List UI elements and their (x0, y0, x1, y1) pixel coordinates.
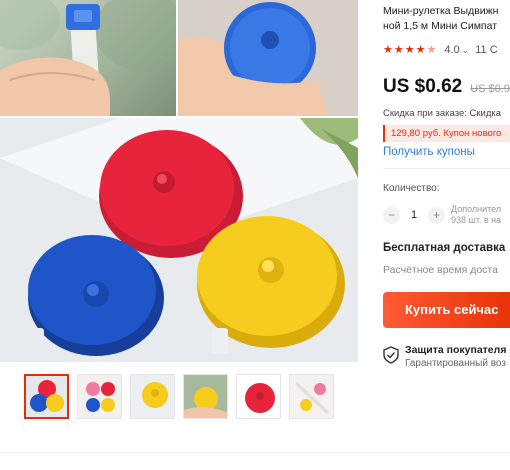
thumbnail-2-image (78, 375, 121, 418)
thumbnail-4-image (184, 375, 227, 418)
star-icon: ★ (383, 43, 393, 56)
chevron-down-icon[interactable]: ⌄ (462, 45, 470, 56)
hand-blue-illustration (178, 0, 358, 116)
star-icon: ★ (393, 43, 404, 56)
star-icon: ★ (415, 43, 426, 56)
thumbnail-6-image (290, 375, 333, 418)
shield-check-icon (383, 346, 399, 364)
thumbnail-4[interactable] (183, 374, 228, 419)
thumbnail-1[interactable] (24, 374, 69, 419)
section-divider (0, 452, 510, 453)
product-title-line2: ной 1,5 м Мини Симпат (383, 20, 498, 32)
thumbnail-1-image (26, 376, 67, 417)
quantity-decrease-button[interactable]: − (383, 206, 400, 224)
quantity-label: Количество: (383, 183, 440, 194)
product-photo-hand-blue[interactable] (178, 0, 358, 116)
star-icon: ★ (404, 43, 415, 56)
shipping-estimate: Расчётное время доста (383, 264, 498, 276)
rating-value: 4.0 (444, 44, 460, 56)
divider (383, 168, 510, 169)
orders-count: 11 С (475, 44, 498, 56)
star-icon: ★ (426, 43, 437, 56)
rating-stars: ★ ★ ★ ★ ★ (383, 43, 437, 56)
quantity-input[interactable]: 1 (400, 209, 428, 221)
thumbnail-6[interactable] (289, 374, 334, 419)
buyer-protection[interactable]: Защита покупателя Гарантированный воз (383, 344, 510, 369)
thumbnail-strip (24, 374, 334, 419)
product-info-panel: Мини-рулетка Выдвижн ной 1,5 м Мини Симп… (383, 0, 510, 470)
thumbnail-3-image (131, 375, 174, 418)
new-user-coupon-badge[interactable]: 129,80 руб. Купон нового (383, 125, 510, 142)
rating-row[interactable]: ★ ★ ★ ★ ★ 4.0 ⌄ 11 С (383, 44, 510, 56)
three-tapes-illustration (0, 118, 358, 362)
quantity-stepper: − 1 + Дополнител 938 шт. в на (383, 204, 510, 226)
buyer-protection-title: Защита покупателя (405, 344, 507, 356)
price-row: US $0.62 US $0.9 (383, 76, 510, 98)
buyer-protection-text: Защита покупателя Гарантированный воз (405, 344, 506, 369)
thumbnail-2[interactable] (77, 374, 122, 419)
thumbnail-5-image (237, 375, 280, 418)
old-price: US $0.9 (470, 83, 510, 95)
quantity-increase-button[interactable]: + (428, 206, 445, 224)
buy-now-button[interactable]: Купить сейчас (383, 292, 510, 328)
product-photo-tape-pull[interactable] (0, 0, 176, 116)
product-title[interactable]: Мини-рулетка Выдвижн ной 1,5 м Мини Симп… (383, 4, 510, 34)
quantity-availability: Дополнител 938 шт. в на (451, 204, 501, 226)
availability-line1: Дополнител (451, 204, 502, 214)
shipping-title[interactable]: Бесплатная доставка (383, 242, 510, 254)
product-title-line1: Мини-рулетка Выдвижн (383, 5, 499, 17)
thumbnail-3[interactable] (130, 374, 175, 419)
product-main-photo[interactable] (0, 118, 358, 362)
bulk-discount-text: Скидка при заказе: Скидка (383, 108, 502, 119)
get-coupons-link[interactable]: Получить купоны (383, 146, 510, 158)
availability-line2: 938 шт. в на (451, 215, 502, 225)
thumbnail-5[interactable] (236, 374, 281, 419)
current-price: US $0.62 (383, 76, 463, 97)
product-gallery (0, 0, 372, 470)
tape-pull-illustration (0, 0, 176, 116)
buyer-protection-subtitle: Гарантированный воз (405, 358, 506, 369)
